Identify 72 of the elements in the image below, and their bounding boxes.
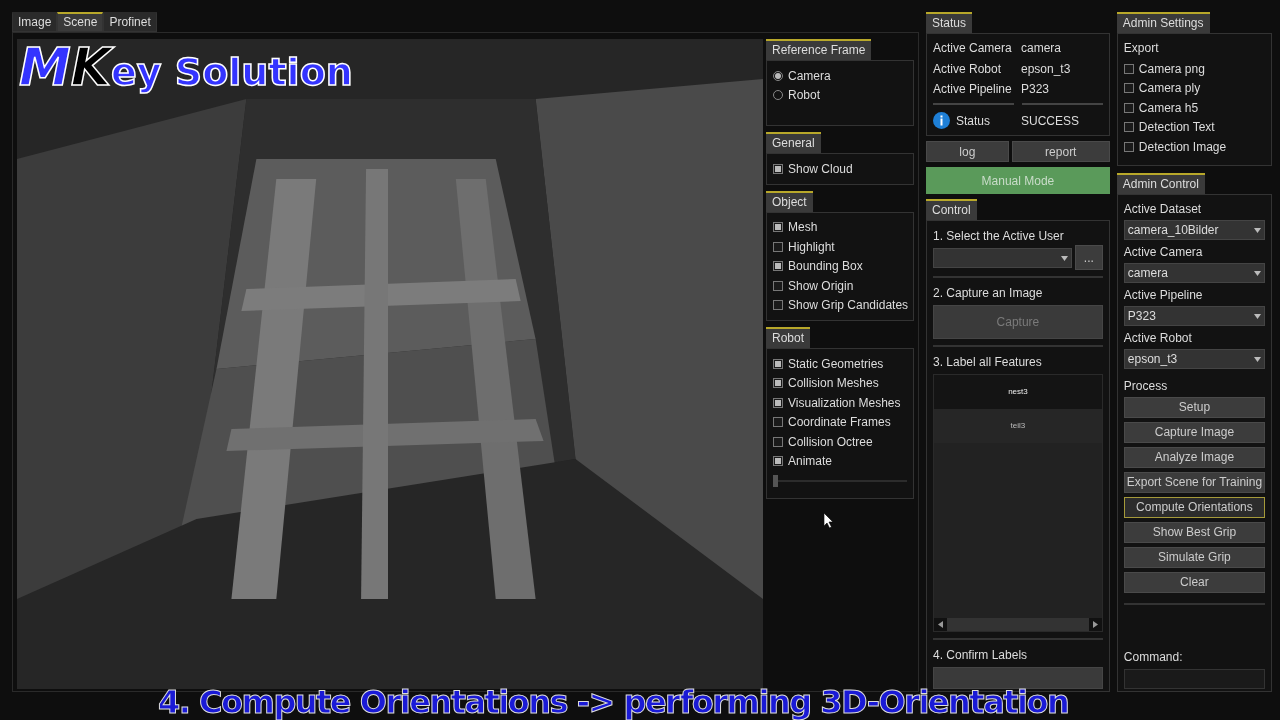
step-label: 1. Select the Active User bbox=[933, 228, 1065, 245]
process-button[interactable]: Compute Orientations bbox=[1123, 496, 1265, 518]
status-label: Active Camera bbox=[933, 40, 1013, 58]
logo: MKey Solution bbox=[19, 45, 353, 94]
more-button[interactable]: ... bbox=[1074, 245, 1103, 270]
tab[interactable]: Image bbox=[12, 12, 58, 32]
option-label: Collision Meshes bbox=[788, 375, 879, 393]
dropdown-value: P323 bbox=[1127, 307, 1156, 325]
field-label: Active Robot bbox=[1123, 329, 1193, 347]
status-value: P323 bbox=[1021, 81, 1050, 99]
field-label: Active Camera bbox=[1123, 243, 1204, 261]
list-item[interactable]: teil3 bbox=[934, 409, 1102, 443]
option-label: Highlight bbox=[788, 238, 835, 256]
option-label: Show Cloud bbox=[788, 160, 853, 178]
dropdown-value: epson_t3 bbox=[1127, 350, 1178, 368]
option-label: Coordinate Frames bbox=[788, 414, 891, 432]
process-button[interactable]: Show Best Grip bbox=[1123, 521, 1265, 543]
process-button[interactable]: Clear bbox=[1123, 571, 1265, 593]
step-label: 4. Confirm Labels bbox=[933, 647, 1029, 664]
option-label: Camera png bbox=[1138, 60, 1205, 78]
section-tab[interactable]: Control bbox=[926, 199, 977, 220]
tab[interactable]: Profinet bbox=[103, 12, 157, 32]
dropdown-value: camera bbox=[1127, 264, 1168, 282]
button[interactable]: report bbox=[1011, 141, 1110, 162]
option-label: Detection Text bbox=[1138, 119, 1215, 137]
tab[interactable]: Scene bbox=[57, 12, 104, 32]
process-button[interactable]: Setup bbox=[1123, 396, 1265, 418]
dropdown-value: camera_10Bilder bbox=[1127, 221, 1219, 239]
step-label: 2. Capture an Image bbox=[933, 285, 1044, 302]
group-label: Export bbox=[1123, 40, 1160, 57]
section-tab[interactable]: Admin Control bbox=[1116, 172, 1205, 194]
section-tab[interactable]: Admin Settings bbox=[1116, 12, 1210, 33]
section-tab[interactable]: Status bbox=[926, 12, 973, 33]
status-label: Active Robot bbox=[933, 60, 1003, 78]
process-button[interactable]: Export Scene for Training bbox=[1123, 471, 1265, 493]
section-tab[interactable]: Reference Frame bbox=[766, 39, 872, 60]
group-label: Process bbox=[1123, 377, 1169, 395]
option-label: Collision Octree bbox=[788, 433, 873, 451]
section-tab[interactable]: Robot bbox=[766, 327, 811, 348]
field-label: Command: bbox=[1123, 649, 1184, 666]
status-label: Status bbox=[956, 112, 992, 130]
option-label: Show Grip Candidates bbox=[788, 297, 909, 315]
option-label: Mesh bbox=[788, 219, 818, 237]
dropdown[interactable]: P323 bbox=[1123, 305, 1265, 326]
status-value: camera bbox=[1021, 40, 1061, 58]
option-label: Static Geometries bbox=[788, 355, 884, 373]
process-button[interactable]: Capture Image bbox=[1123, 421, 1265, 443]
field-label: Active Dataset bbox=[1123, 200, 1203, 218]
option-label: Camera h5 bbox=[1138, 99, 1199, 117]
dropdown[interactable]: camera_10Bilder bbox=[1123, 219, 1265, 240]
field-label: Active Pipeline bbox=[1123, 286, 1204, 304]
option-label: Visualization Meshes bbox=[788, 394, 901, 412]
list-item[interactable]: nest3 bbox=[934, 375, 1102, 409]
status-value: SUCCESS bbox=[1021, 112, 1079, 130]
process-button[interactable]: Simulate Grip bbox=[1123, 546, 1265, 568]
button[interactable]: log bbox=[926, 141, 1009, 162]
section-tab[interactable]: General bbox=[766, 132, 821, 153]
dropdown[interactable]: camera bbox=[1123, 262, 1265, 283]
option-label: Robot bbox=[788, 87, 821, 105]
section-tab[interactable]: Object bbox=[766, 190, 813, 212]
option-label: Show Origin bbox=[788, 277, 854, 295]
process-button[interactable]: Analyze Image bbox=[1123, 446, 1265, 468]
step-label: 3. Label all Features bbox=[933, 354, 1043, 371]
status-label: Active Pipeline bbox=[933, 81, 1013, 99]
video-caption: 4. Compute Orientations -> performing 3D-Orientation bbox=[158, 686, 1069, 718]
option-label: Detection Image bbox=[1138, 138, 1227, 156]
option-label: Camera ply bbox=[1138, 80, 1201, 98]
option-label: Animate bbox=[788, 453, 833, 471]
option-label: Camera bbox=[788, 67, 831, 85]
option-label: Bounding Box bbox=[788, 258, 863, 276]
dropdown[interactable]: epson_t3 bbox=[1123, 348, 1265, 369]
status-value: epson_t3 bbox=[1021, 60, 1071, 78]
